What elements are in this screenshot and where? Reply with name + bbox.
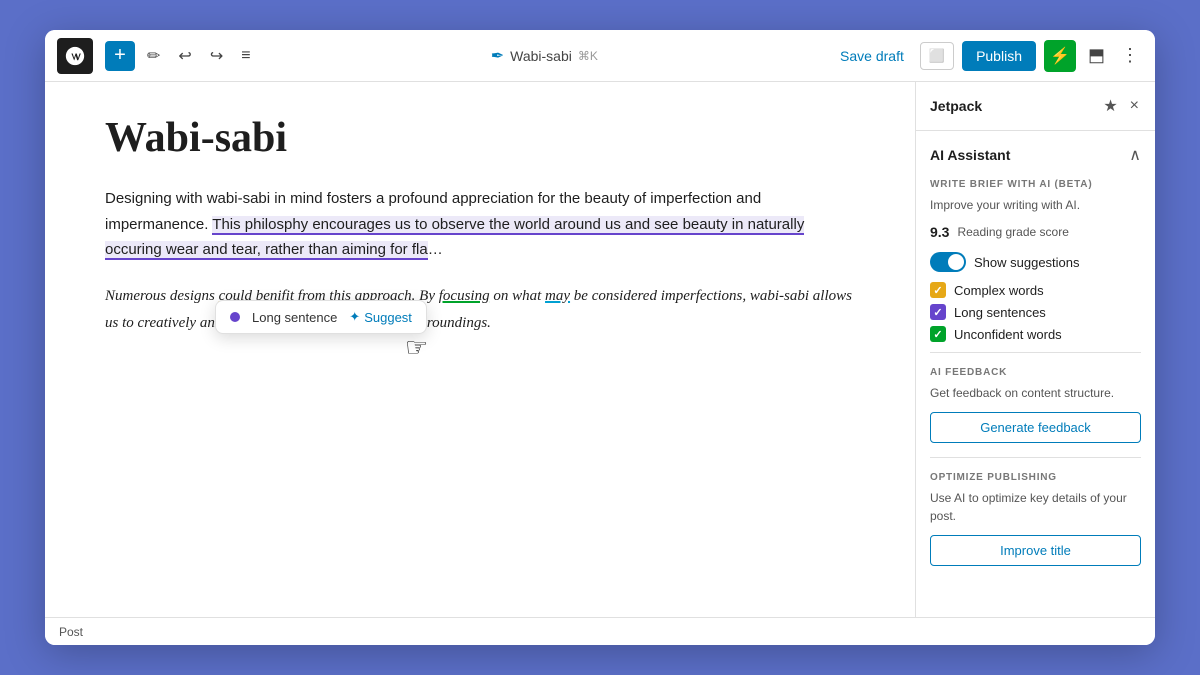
status-bar: Post (45, 617, 1155, 645)
main-area: Wabi-sabi Designing with wabi-sabi in mi… (45, 82, 1155, 617)
reading-score-row: 9.3 Reading grade score (930, 224, 1141, 240)
generate-feedback-button[interactable]: Generate feedback (930, 412, 1141, 443)
improve-title-button[interactable]: Improve title (930, 535, 1141, 566)
complex-words-label: Complex words (954, 283, 1044, 298)
collapse-button[interactable]: ∧ (1129, 145, 1141, 165)
checkmark-icon: ✓ (933, 328, 942, 341)
sidebar-title: Jetpack (930, 98, 982, 114)
sidebar-close-button[interactable]: × (1128, 94, 1141, 118)
jetpack-button[interactable]: ⚡ (1044, 40, 1076, 72)
para2-green: focusing (439, 288, 490, 304)
reading-score-label: Reading grade score (957, 225, 1068, 239)
para2-teal: may (545, 288, 570, 304)
divider-1 (930, 352, 1141, 353)
suggest-icon: ✦ (349, 309, 360, 325)
reading-score: 9.3 (930, 224, 949, 240)
unconfident-words-checkbox[interactable]: ✓ (930, 326, 946, 342)
sidebar-toggle-button[interactable]: ⬒ (1084, 41, 1109, 70)
jetpack-star-button[interactable]: ★ (1101, 94, 1119, 118)
wordpress-logo (57, 38, 93, 74)
complex-words-item: ✓ Complex words (930, 282, 1141, 298)
optimize-section-title: OPTIMIZE PUBLISHING (930, 472, 1141, 483)
suggest-button[interactable]: ✦ Suggest (349, 309, 412, 325)
suggestion-popup: Long sentence ✦ Suggest (215, 300, 427, 334)
para2-normal3: on what (490, 288, 545, 304)
publish-button[interactable]: Publish (962, 41, 1036, 71)
long-sentences-label: Long sentences (954, 305, 1046, 320)
toggle-knob (948, 254, 964, 270)
editor-area[interactable]: Wabi-sabi Designing with wabi-sabi in mi… (45, 82, 915, 617)
post-label: Post (59, 625, 83, 639)
document-title: Wabi-sabi (510, 48, 572, 64)
add-block-button[interactable]: + (105, 41, 135, 71)
undo-button[interactable]: ↩ (172, 40, 197, 72)
main-window: + ✏ ↩ ↪ ≡ ✒ Wabi-sabi ⌘K Save draft ⬜ Pu… (45, 30, 1155, 645)
long-sentences-checkbox[interactable]: ✓ (930, 304, 946, 320)
ai-assistant-title: AI Assistant (930, 147, 1010, 163)
divider-2 (930, 457, 1141, 458)
popup-label: Long sentence (252, 310, 337, 325)
ai-feedback-section-title: AI FEEDBACK (930, 367, 1141, 378)
more-options-button[interactable]: ⋮ (1117, 41, 1143, 70)
toolbar-center: ✒ Wabi-sabi ⌘K (263, 46, 826, 66)
unconfident-words-label: Unconfident words (954, 327, 1062, 342)
list-view-button[interactable]: ≡ (235, 41, 256, 71)
preview-button[interactable]: ⬜ (920, 42, 954, 70)
redo-button[interactable]: ↪ (204, 40, 229, 72)
checkmark-icon: ✓ (933, 284, 942, 297)
unconfident-words-item: ✓ Unconfident words (930, 326, 1141, 342)
write-brief-section-title: WRITE BRIEF WITH AI (BETA) (930, 179, 1141, 190)
shortcut-hint: ⌘K (578, 49, 598, 63)
show-suggestions-row: Show suggestions (930, 252, 1141, 272)
toolbar-right: Save draft ⬜ Publish ⚡ ⬒ ⋮ (832, 40, 1143, 72)
checkmark-icon: ✓ (933, 306, 942, 319)
tools-button[interactable]: ✏ (141, 40, 166, 72)
sidebar-content: AI Assistant ∧ WRITE BRIEF WITH AI (BETA… (916, 131, 1155, 617)
suggestions-toggle[interactable] (930, 252, 966, 272)
toolbar: + ✏ ↩ ↪ ≡ ✒ Wabi-sabi ⌘K Save draft ⬜ Pu… (45, 30, 1155, 82)
optimize-desc: Use AI to optimize key details of your p… (930, 489, 1141, 525)
sidebar-header-icons: ★ × (1101, 94, 1141, 118)
popup-dot (230, 312, 240, 322)
complex-words-checkbox[interactable]: ✓ (930, 282, 946, 298)
sidebar-header: Jetpack ★ × (916, 82, 1155, 131)
cursor-hand: ☞ (405, 332, 428, 363)
paragraph-1: Designing with wabi-sabi in mind fosters… (105, 186, 855, 263)
show-suggestions-label: Show suggestions (974, 255, 1080, 270)
ai-feedback-desc: Get feedback on content structure. (930, 384, 1141, 402)
post-title: Wabi-sabi (105, 114, 855, 162)
para2-normal1: Numerous designs (105, 288, 219, 304)
feather-icon: ✒ (491, 46, 504, 66)
write-brief-desc: Improve your writing with AI. (930, 196, 1141, 214)
sidebar: Jetpack ★ × AI Assistant ∧ WRITE BRIEF W… (915, 82, 1155, 617)
save-draft-button[interactable]: Save draft (832, 44, 912, 68)
suggest-label: Suggest (364, 310, 412, 325)
long-sentences-item: ✓ Long sentences (930, 304, 1141, 320)
ai-assistant-header: AI Assistant ∧ (930, 145, 1141, 165)
document-title-bar: ✒ Wabi-sabi ⌘K (491, 46, 598, 66)
